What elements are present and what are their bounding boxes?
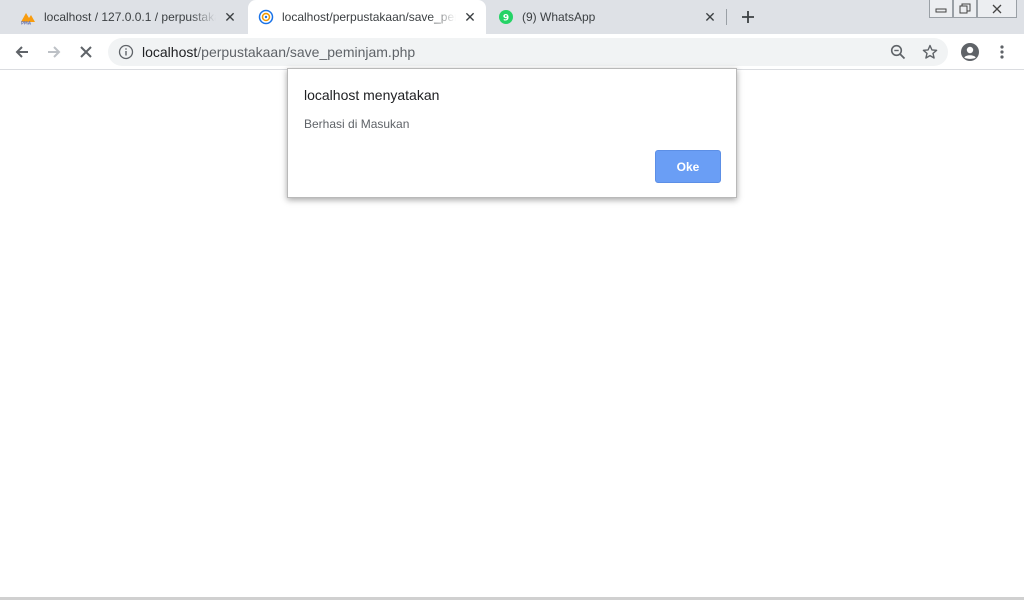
profile-button[interactable] xyxy=(956,38,984,66)
new-tab-button[interactable] xyxy=(736,6,760,28)
tab-title: localhost / 127.0.0.1 / perpustakaan xyxy=(44,10,216,24)
window-close-icon xyxy=(992,4,1002,13)
close-icon[interactable]: ✕ xyxy=(702,9,718,25)
close-icon[interactable]: ✕ xyxy=(462,9,478,25)
ok-button[interactable]: Oke xyxy=(655,150,721,183)
whatsapp-badge: 9 xyxy=(503,14,509,24)
tab-save-peminjam[interactable]: localhost/perpustakaan/save_peminjam.php… xyxy=(248,0,486,34)
forward-button[interactable] xyxy=(40,38,68,66)
dialog-message: Berhasi di Masukan xyxy=(304,117,410,131)
loading-globe-icon xyxy=(258,9,274,25)
tab-whatsapp[interactable]: 9 (9) WhatsApp ✕ xyxy=(490,0,726,34)
tab-phpmyadmin[interactable]: PMA localhost / 127.0.0.1 / perpustakaan… xyxy=(10,0,246,34)
stop-loading-button[interactable] xyxy=(72,38,100,66)
tab-strip: PMA localhost / 127.0.0.1 / perpustakaan… xyxy=(0,0,1024,34)
address-bar[interactable]: localhost/perpustakaan/save_peminjam.php xyxy=(108,38,948,66)
info-icon[interactable] xyxy=(118,44,134,60)
close-icon[interactable]: ✕ xyxy=(222,9,238,25)
restore-button[interactable] xyxy=(953,0,977,18)
tab-separator xyxy=(726,9,727,25)
url-host: localhost xyxy=(142,44,198,60)
back-button[interactable] xyxy=(8,38,36,66)
url-path: /perpustakaan/save_peminjam.php xyxy=(197,44,416,60)
tab-title: localhost/perpustakaan/save_peminjam.php xyxy=(282,10,456,24)
plus-icon xyxy=(742,11,754,23)
phpmyadmin-icon: PMA xyxy=(20,9,36,25)
minimize-button[interactable] xyxy=(929,0,953,18)
account-icon xyxy=(961,43,979,61)
url-text[interactable]: localhost/perpustakaan/save_peminjam.php xyxy=(142,44,415,60)
window-close-button[interactable] xyxy=(977,0,1017,18)
forward-arrow-icon xyxy=(48,46,61,58)
tab-title: (9) WhatsApp xyxy=(522,10,596,24)
kebab-menu-icon xyxy=(1000,45,1004,59)
back-arrow-icon xyxy=(15,46,28,58)
bookmark-star-icon[interactable] xyxy=(922,44,938,65)
stop-icon xyxy=(80,46,92,58)
alert-dialog: localhost menyatakan Berhasi di Masukan … xyxy=(287,68,737,198)
restore-icon xyxy=(959,3,971,13)
menu-button[interactable] xyxy=(988,38,1016,66)
zoom-icon[interactable] xyxy=(890,44,906,65)
whatsapp-icon: 9 xyxy=(498,9,514,25)
browser-toolbar: localhost/perpustakaan/save_peminjam.php xyxy=(0,34,1024,70)
minimize-icon xyxy=(935,8,947,12)
dialog-title: localhost menyatakan xyxy=(304,87,440,103)
svg-text:PMA: PMA xyxy=(21,21,32,26)
